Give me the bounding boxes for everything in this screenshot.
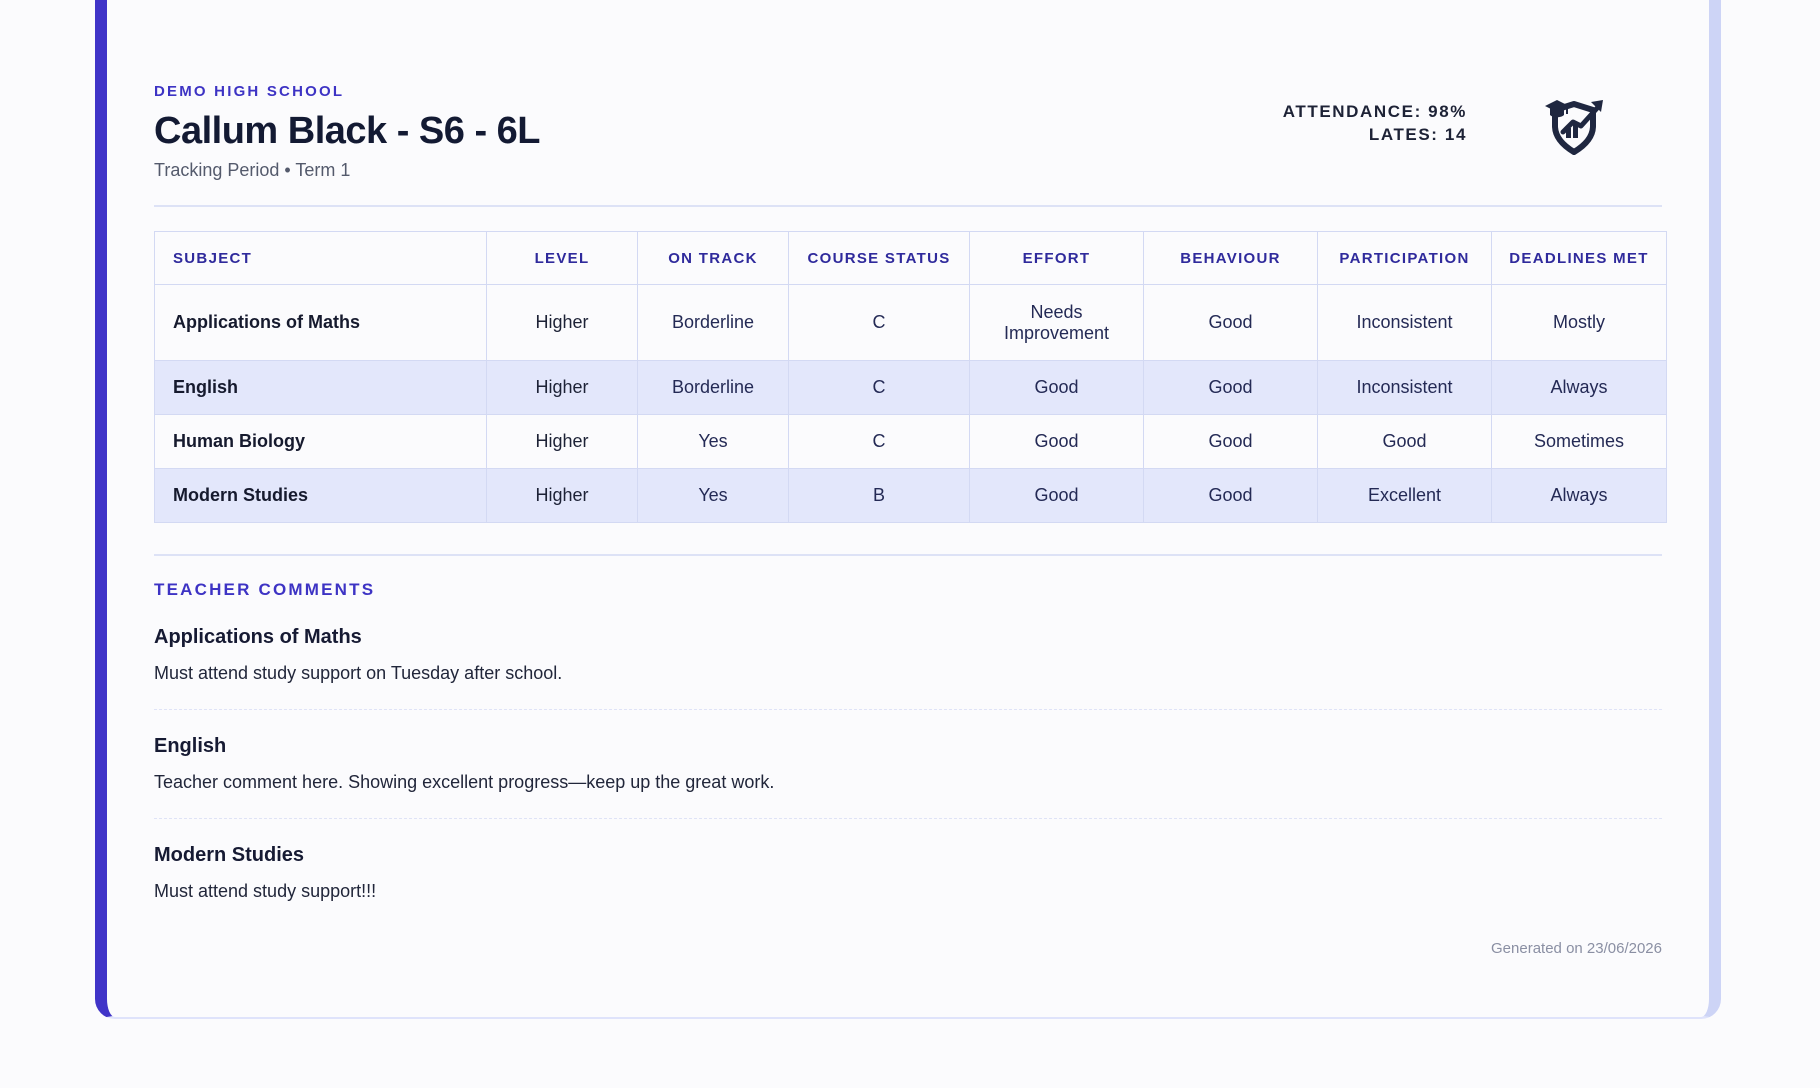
cell-course-status: B — [788, 468, 970, 523]
comment-text: Must attend study support!!! — [154, 881, 377, 901]
column-header-deadlines-met: DEADLINES MET — [1491, 231, 1667, 285]
comment-divider — [154, 818, 1662, 819]
cell-on-track: Yes — [637, 468, 789, 523]
attendance-stats: ATTENDANCE: 98% LATES: 14 — [1283, 100, 1467, 146]
cell-course-status: C — [788, 360, 970, 415]
table-row: Modern Studies Higher Yes B Good Good Ex… — [154, 468, 1667, 523]
column-header-on-track: ON TRACK — [637, 231, 789, 285]
comment-text: Teacher comment here. Showing excellent … — [154, 772, 775, 792]
grades-table: SUBJECT LEVEL ON TRACK COURSE STATUS EFF… — [154, 231, 1667, 523]
comment-item: English Teacher comment here. Showing ex… — [154, 735, 1662, 793]
column-header-participation: PARTICIPATION — [1317, 231, 1492, 285]
cell-effort: Good — [969, 414, 1144, 469]
cell-deadlines-met: Always — [1491, 360, 1667, 415]
cell-subject: English — [154, 360, 487, 415]
lates-value: LATES: 14 — [1368, 125, 1467, 144]
table-row: English Higher Borderline C Good Good In… — [154, 360, 1667, 415]
column-header-effort: EFFORT — [969, 231, 1144, 285]
header-divider — [154, 205, 1662, 207]
report-card: DEMO HIGH SCHOOL Callum Black - S6 - 6L … — [95, 0, 1721, 1019]
cell-subject: Human Biology — [154, 414, 487, 469]
cell-on-track: Borderline — [637, 284, 789, 361]
teacher-comments-heading: TEACHER COMMENTS — [154, 580, 376, 599]
comment-subject: Applications of Maths — [154, 626, 362, 648]
cell-level: Higher — [486, 284, 638, 361]
cell-behaviour: Good — [1143, 414, 1318, 469]
cell-level: Higher — [486, 414, 638, 469]
cell-course-status: C — [788, 414, 970, 469]
cell-on-track: Borderline — [637, 360, 789, 415]
cell-level: Higher — [486, 360, 638, 415]
cell-effort: Good — [969, 360, 1144, 415]
attendance-value: ATTENDANCE: 98% — [1282, 102, 1467, 121]
comment-text: Must attend study support on Tuesday aft… — [154, 663, 563, 683]
cell-participation: Inconsistent — [1317, 360, 1492, 415]
comment-subject: English — [154, 735, 227, 757]
generated-date: Generated on 23/06/2026 — [1491, 940, 1662, 957]
cell-deadlines-met: Sometimes — [1491, 414, 1667, 469]
section-divider — [154, 554, 1662, 556]
column-header-subject: SUBJECT — [154, 231, 487, 285]
cell-effort: Good — [969, 468, 1144, 523]
column-header-behaviour: BEHAVIOUR — [1143, 231, 1318, 285]
comment-divider — [154, 709, 1662, 710]
cell-participation: Inconsistent — [1317, 284, 1492, 361]
comment-subject: Modern Studies — [154, 844, 305, 866]
cell-behaviour: Good — [1143, 360, 1318, 415]
comment-item: Applications of Maths Must attend study … — [154, 626, 1662, 684]
cell-level: Higher — [486, 468, 638, 523]
cell-behaviour: Good — [1143, 284, 1318, 361]
column-header-course-status: COURSE STATUS — [788, 231, 970, 285]
cell-deadlines-met: Always — [1491, 468, 1667, 523]
cell-participation: Good — [1317, 414, 1492, 469]
student-title: Callum Black - S6 - 6L — [154, 110, 541, 152]
cell-behaviour: Good — [1143, 468, 1318, 523]
report-content: DEMO HIGH SCHOOL Callum Black - S6 - 6L … — [154, 0, 1667, 1017]
cell-subject: Modern Studies — [154, 468, 487, 523]
cell-participation: Excellent — [1317, 468, 1492, 523]
table-row: Human Biology Higher Yes C Good Good Goo… — [154, 414, 1667, 469]
column-header-level: LEVEL — [486, 231, 638, 285]
table-header-row: SUBJECT LEVEL ON TRACK COURSE STATUS EFF… — [154, 231, 1667, 285]
cell-effort: Needs Improvement — [969, 284, 1144, 361]
cell-on-track: Yes — [637, 414, 789, 469]
shield-graduation-cap-chart-icon — [1545, 100, 1603, 155]
cell-subject: Applications of Maths — [154, 284, 487, 361]
school-name: DEMO HIGH SCHOOL — [154, 83, 345, 100]
cell-course-status: C — [788, 284, 970, 361]
table-row: Applications of Maths Higher Borderline … — [154, 284, 1667, 361]
cell-deadlines-met: Mostly — [1491, 284, 1667, 361]
tracking-period: Tracking Period • Term 1 — [154, 160, 351, 180]
comment-item: Modern Studies Must attend study support… — [154, 844, 1662, 902]
